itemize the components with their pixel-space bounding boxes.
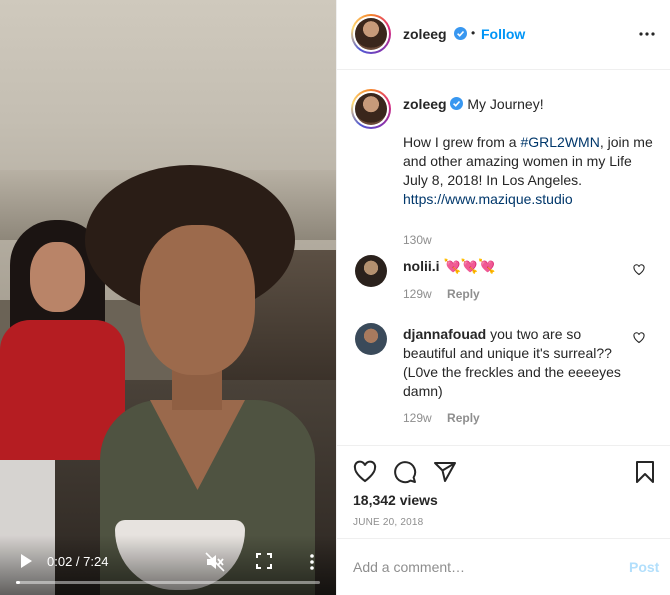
heart-outline-icon[interactable] xyxy=(633,332,645,344)
comment-avatar[interactable] xyxy=(355,323,387,355)
video-time: 0:02 / 7:24 xyxy=(47,554,109,569)
caption-avatar[interactable] xyxy=(351,89,391,129)
post-header: zoleeg • Follow xyxy=(337,0,670,70)
caption-text-start: How I grew from a xyxy=(403,134,521,150)
video-progress-fill xyxy=(16,581,20,584)
avatar[interactable] xyxy=(351,14,391,54)
separator-dot: • xyxy=(471,26,476,40)
caption-title: My Journey! xyxy=(467,96,544,112)
save-bookmark-icon[interactable] xyxy=(633,460,657,484)
verified-badge-icon xyxy=(454,27,467,40)
reply-button[interactable]: Reply xyxy=(447,411,480,425)
play-icon[interactable] xyxy=(18,553,34,569)
follow-button[interactable]: Follow xyxy=(481,26,525,42)
caption-url-link[interactable]: https://www.mazique.studio xyxy=(403,191,573,207)
comment-input[interactable] xyxy=(353,557,593,577)
post-comment-button[interactable]: Post xyxy=(629,559,659,575)
video-progress-bar[interactable] xyxy=(16,581,320,584)
comment-username[interactable]: djannafouad xyxy=(403,326,486,342)
caption-username[interactable]: zoleeg xyxy=(403,96,447,112)
muted-speaker-icon[interactable] xyxy=(205,552,225,572)
comment-bubble-icon[interactable] xyxy=(393,460,417,484)
verified-badge-icon xyxy=(450,97,464,110)
post-sidebar: zoleeg • Follow zoleeg My Journey! How I… xyxy=(336,0,670,595)
comments-list[interactable]: zoleeg My Journey! How I grew from a #GR… xyxy=(337,71,670,445)
more-vertical-icon[interactable] xyxy=(306,553,318,571)
view-count[interactable]: 18,342 views xyxy=(353,492,438,508)
comment-avatar[interactable] xyxy=(355,255,387,287)
post-date[interactable]: JUNE 20, 2018 xyxy=(353,517,423,528)
comment-timestamp[interactable]: 129w xyxy=(403,411,432,425)
post-actions: 18,342 views JUNE 20, 2018 xyxy=(337,445,670,538)
video-controls: 0:02 / 7:24 xyxy=(0,535,336,595)
instagram-post: 0:02 / 7:24 zoleeg • Follow zoleeg My Jo… xyxy=(0,0,670,595)
hashtag-link[interactable]: #GRL2WMN xyxy=(520,134,599,150)
comment-timestamp[interactable]: 129w xyxy=(403,287,432,301)
caption-timestamp[interactable]: 130w xyxy=(403,233,432,247)
add-comment-bar: Post xyxy=(337,538,670,595)
comment-username[interactable]: nolii.i xyxy=(403,258,440,274)
heart-outline-icon[interactable] xyxy=(633,264,645,276)
share-paper-plane-icon[interactable] xyxy=(433,460,457,484)
fullscreen-icon[interactable] xyxy=(256,553,272,569)
video-player[interactable]: 0:02 / 7:24 xyxy=(0,0,336,595)
more-options-icon[interactable] xyxy=(639,32,655,36)
like-heart-icon[interactable] xyxy=(353,460,377,484)
comment-text: 💘💘💘 xyxy=(443,258,496,274)
header-username[interactable]: zoleeg xyxy=(403,26,447,42)
reply-button[interactable]: Reply xyxy=(447,287,480,301)
